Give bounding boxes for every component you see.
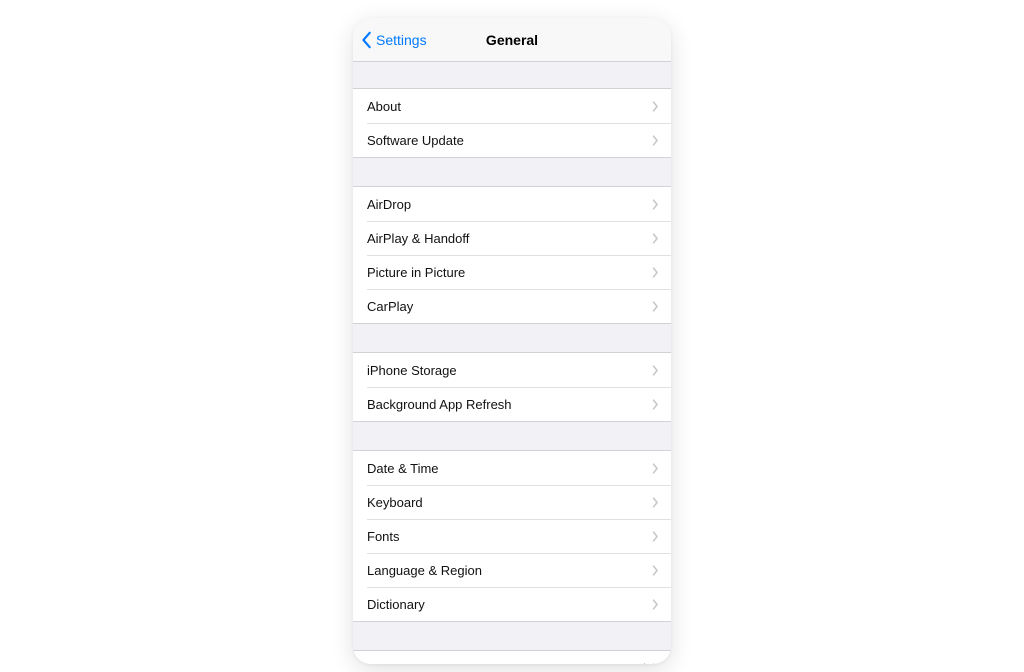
row-label: AirDrop <box>367 197 652 212</box>
back-label: Settings <box>376 32 427 48</box>
navbar: Settings General <box>353 18 671 62</box>
settings-group: About Software Update <box>353 88 671 158</box>
settings-group: AirDrop AirPlay & Handoff Picture in Pic… <box>353 186 671 324</box>
row-airplay-handoff[interactable]: AirPlay & Handoff <box>353 221 671 255</box>
row-picture-in-picture[interactable]: Picture in Picture <box>353 255 671 289</box>
chevron-right-icon <box>652 365 659 376</box>
settings-group: iPhone Storage Background App Refresh <box>353 352 671 422</box>
row-label: Dictionary <box>367 597 652 612</box>
chevron-right-icon <box>652 233 659 244</box>
row-label: Keyboard <box>367 495 652 510</box>
row-label: VPN <box>367 661 559 665</box>
chevron-right-icon <box>652 199 659 210</box>
row-fonts[interactable]: Fonts <box>353 519 671 553</box>
chevron-right-icon <box>652 531 659 542</box>
row-label: Software Update <box>367 133 652 148</box>
row-label: AirPlay & Handoff <box>367 231 652 246</box>
row-label: Fonts <box>367 529 652 544</box>
row-vpn[interactable]: VPN Not Connected <box>353 651 671 664</box>
settings-list: About Software Update AirDrop AirPlay & … <box>353 62 671 664</box>
row-label: Background App Refresh <box>367 397 652 412</box>
chevron-right-icon <box>652 565 659 576</box>
row-label: iPhone Storage <box>367 363 652 378</box>
chevron-right-icon <box>652 497 659 508</box>
chevron-right-icon <box>652 399 659 410</box>
chevron-right-icon <box>652 101 659 112</box>
device-frame: Settings General About Software Update A… <box>353 18 671 664</box>
chevron-right-icon <box>652 663 659 665</box>
chevron-right-icon <box>652 599 659 610</box>
chevron-right-icon <box>652 463 659 474</box>
row-label: Language & Region <box>367 563 652 578</box>
row-date-time[interactable]: Date & Time <box>353 451 671 485</box>
row-label: About <box>367 99 652 114</box>
row-background-app-refresh[interactable]: Background App Refresh <box>353 387 671 421</box>
settings-group: VPN Not Connected <box>353 650 671 664</box>
row-carplay[interactable]: CarPlay <box>353 289 671 323</box>
chevron-left-icon <box>361 31 373 49</box>
row-about[interactable]: About <box>353 89 671 123</box>
row-iphone-storage[interactable]: iPhone Storage <box>353 353 671 387</box>
row-dictionary[interactable]: Dictionary <box>353 587 671 621</box>
chevron-right-icon <box>652 135 659 146</box>
back-button[interactable]: Settings <box>361 31 427 49</box>
row-keyboard[interactable]: Keyboard <box>353 485 671 519</box>
row-software-update[interactable]: Software Update <box>353 123 671 157</box>
row-label: Picture in Picture <box>367 265 652 280</box>
settings-group: Date & Time Keyboard Fonts Language & Re… <box>353 450 671 622</box>
row-language-region[interactable]: Language & Region <box>353 553 671 587</box>
row-label: CarPlay <box>367 299 652 314</box>
page-title: General <box>486 32 538 48</box>
row-value: Not Connected <box>559 661 646 665</box>
row-airdrop[interactable]: AirDrop <box>353 187 671 221</box>
chevron-right-icon <box>652 267 659 278</box>
row-label: Date & Time <box>367 461 652 476</box>
chevron-right-icon <box>652 301 659 312</box>
